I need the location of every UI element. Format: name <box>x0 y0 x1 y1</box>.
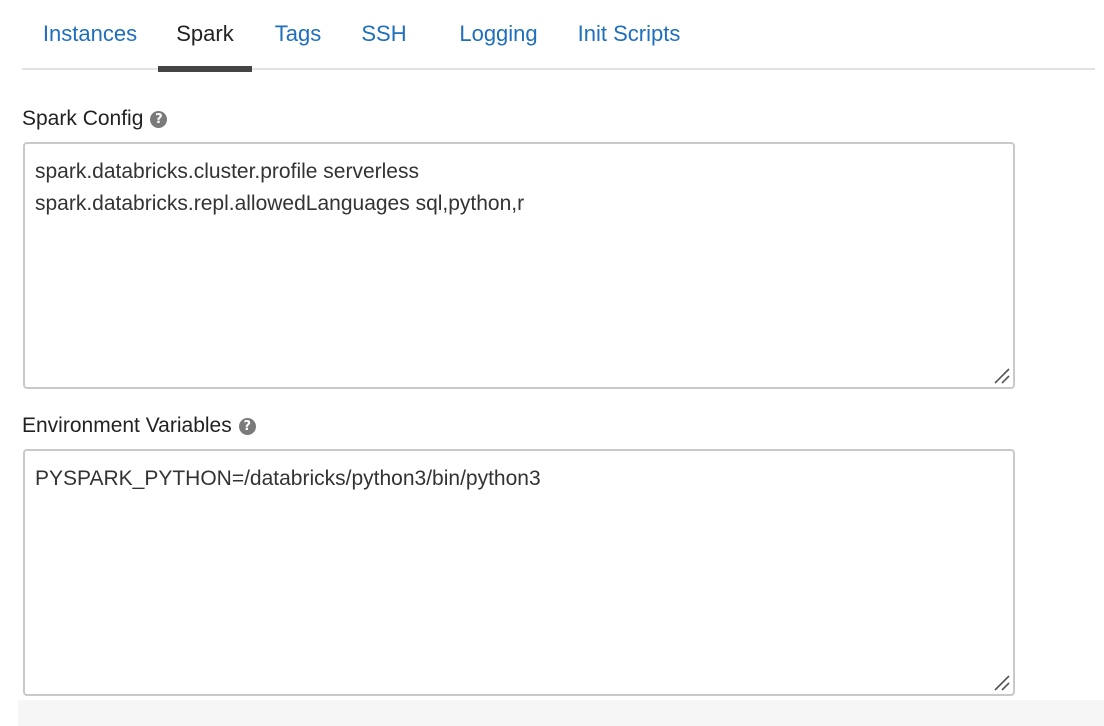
tab-logging[interactable]: Logging <box>440 0 557 70</box>
question-circle-icon[interactable]: ? <box>238 417 256 435</box>
tab-instances[interactable]: Instances <box>22 0 158 70</box>
tab-label-ssh: SSH <box>361 21 407 46</box>
tab-spark[interactable]: Spark <box>158 0 252 72</box>
environment-variable-line: PYSPARK_PYTHON=/databricks/python3/bin/p… <box>35 467 541 490</box>
tab-label-init-scripts: Init Scripts <box>577 21 681 46</box>
environment-variables-content: PYSPARK_PYTHON=/databricks/python3/bin/p… <box>35 463 1003 495</box>
footer-strip <box>18 700 1104 726</box>
spark-config-content: spark.databricks.cluster.profile serverl… <box>35 156 1003 220</box>
tab-label-tags: Tags <box>274 21 322 46</box>
spark-config-textarea[interactable]: spark.databricks.cluster.profile serverl… <box>23 142 1015 389</box>
environment-variables-label: Environment Variables <box>22 414 232 437</box>
tab-init-scripts[interactable]: Init Scripts <box>562 0 696 70</box>
tab-tags[interactable]: Tags <box>265 0 331 70</box>
question-circle-icon[interactable]: ? <box>150 110 168 128</box>
tab-label-logging: Logging <box>459 21 538 46</box>
spark-config-label: Spark Config <box>22 107 144 130</box>
tab-label-instances: Instances <box>42 21 138 46</box>
spark-config-label-row: Spark Config ? <box>22 107 168 131</box>
spark-config-line: spark.databricks.repl.allowedLanguages s… <box>35 192 525 215</box>
tab-label-spark: Spark <box>176 21 234 46</box>
resize-handle-icon[interactable] <box>991 672 1011 692</box>
tab-bar: Instances Spark Tags SSH Logging Init Sc… <box>22 0 1095 72</box>
resize-handle-icon[interactable] <box>991 365 1011 385</box>
environment-variables-label-row: Environment Variables ? <box>22 414 256 438</box>
environment-variables-textarea[interactable]: PYSPARK_PYTHON=/databricks/python3/bin/p… <box>23 449 1015 696</box>
tab-ssh[interactable]: SSH <box>353 0 415 70</box>
spark-config-line: spark.databricks.cluster.profile serverl… <box>35 160 419 183</box>
